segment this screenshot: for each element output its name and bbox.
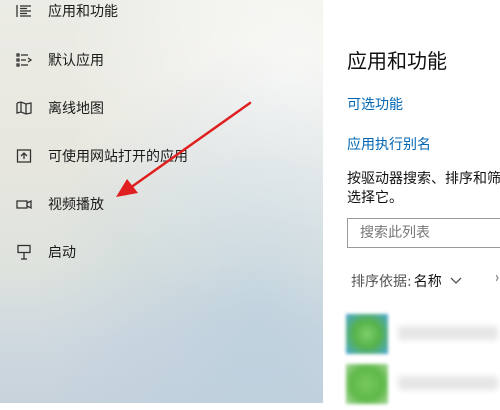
apps-for-websites-icon [15,147,33,165]
app-execution-aliases-link[interactable]: 应用执行别名 [347,134,431,154]
sidebar-item-apps-for-websites[interactable]: 可使用网站打开的应用 [0,136,323,176]
search-input[interactable] [347,218,500,248]
filter-dropdown-partial[interactable] [495,271,500,289]
sidebar: 应用和功能 默认应用 离线地图 可使用网站打开的应用 视频播放 启动 [0,0,323,403]
app-name-obscured [398,326,498,340]
video-playback-icon [15,195,33,213]
offline-maps-icon [15,99,33,117]
list-item[interactable] [343,308,500,360]
chevron-down-icon [450,277,462,285]
list-item[interactable] [343,358,500,410]
sidebar-item-label: 离线地图 [48,101,104,117]
sidebar-item-label: 启动 [48,245,76,261]
app-name-obscured [398,376,498,390]
sidebar-item-apps-features[interactable]: 应用和功能 [0,0,323,31]
default-apps-icon [15,51,33,69]
page-title: 应用和功能 [347,49,447,73]
sidebar-item-startup[interactable]: 启动 [0,232,323,272]
sort-dropdown[interactable]: 排序依据: 名称 [351,271,462,291]
sidebar-item-video-playback[interactable]: 视频播放 [0,184,323,224]
sidebar-item-label: 可使用网站打开的应用 [48,149,188,165]
sort-value: 名称 [413,274,442,290]
sidebar-item-label: 应用和功能 [48,4,118,20]
app-icon [346,314,388,354]
sort-label: 排序依据: [351,274,412,290]
app-icon [346,364,388,404]
sidebar-item-label: 默认应用 [48,53,104,69]
sidebar-item-label: 视频播放 [48,197,104,213]
filter-description: 按驱动器搜索、排序和筛 选择它。 [347,171,500,206]
sidebar-item-default-apps[interactable]: 默认应用 [0,40,323,80]
optional-features-link[interactable]: 可选功能 [347,94,403,114]
apps-features-icon [15,2,33,20]
startup-icon [15,243,33,261]
sidebar-item-offline-maps[interactable]: 离线地图 [0,88,323,128]
